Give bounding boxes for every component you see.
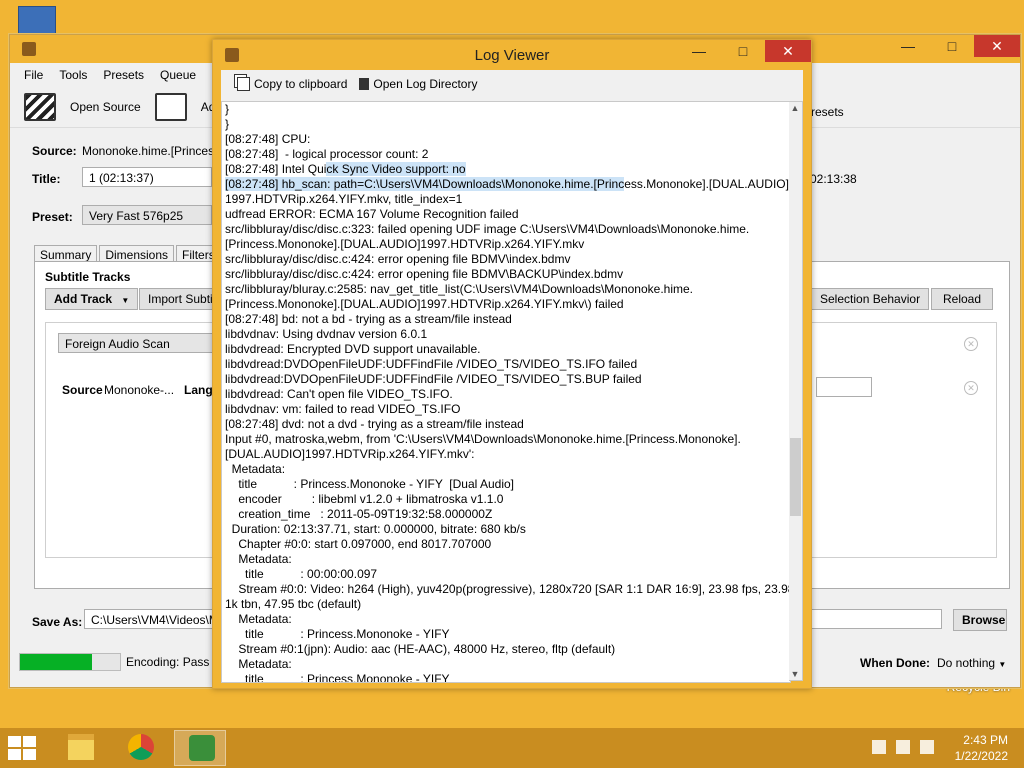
scroll-down-icon[interactable]: ▼ xyxy=(789,669,801,679)
import-subtitle-button[interactable]: Import Subti xyxy=(139,288,215,310)
dropdown-arrow-icon: ▼ xyxy=(121,296,130,305)
log-viewer-body: Copy to clipboard Open Log Directory } }… xyxy=(221,70,803,683)
encoding-progress-bar xyxy=(19,653,121,671)
open-source-button[interactable]: Open Source xyxy=(24,93,141,121)
windows-start-icon[interactable] xyxy=(8,736,38,760)
scroll-up-icon[interactable]: ▲ xyxy=(789,103,801,113)
title-select[interactable]: 1 (02:13:37) xyxy=(82,167,212,187)
encoding-status: Encoding: Pass 1 xyxy=(126,655,220,669)
chrome-icon xyxy=(128,734,154,760)
remove-track-icon[interactable]: ✕ xyxy=(964,337,978,351)
save-as-label: Save As: xyxy=(32,615,83,629)
track-lang-label: Lang xyxy=(184,383,213,397)
open-log-directory-label: Open Log Directory xyxy=(373,77,478,91)
preset-select[interactable]: Very Fast 576p25 xyxy=(82,205,212,225)
clock-date: 1/22/2022 xyxy=(954,749,1008,763)
menu-file[interactable]: File xyxy=(24,68,43,82)
presets-button[interactable]: resets xyxy=(811,105,844,119)
handbrake-app-icon xyxy=(189,735,215,761)
chevron-down-icon: ▼ xyxy=(998,660,1007,669)
taskbar-handbrake[interactable] xyxy=(174,730,226,766)
when-done-value: Do nothing xyxy=(937,656,996,670)
folder-icon xyxy=(359,78,370,90)
track-option-field[interactable] xyxy=(816,377,872,397)
foreign-audio-scan-select[interactable]: Foreign Audio Scan xyxy=(58,333,218,353)
system-tray xyxy=(872,740,934,754)
add-track-label: Add Track xyxy=(54,292,113,306)
track-source-label: Source xyxy=(62,383,103,397)
log-text-area[interactable]: } } [08:27:48] CPU: [08:27:48] - logical… xyxy=(221,101,791,683)
log-toolbar: Copy to clipboard Open Log Directory xyxy=(221,70,803,98)
title-label: Title: xyxy=(32,172,61,186)
progress-fill xyxy=(20,654,92,670)
log-viewer-window: Log Viewer — □ ✕ Copy to clipboard Open … xyxy=(212,39,812,689)
browse-button[interactable]: Browse xyxy=(953,609,1007,631)
minimize-icon[interactable]: — xyxy=(886,35,930,57)
close-icon[interactable]: ✕ xyxy=(974,35,1020,57)
source-label: Source: xyxy=(32,144,77,158)
add-track-button[interactable]: Add Track ▼ xyxy=(45,288,139,310)
log-scrollbar[interactable]: ▲ ▼ xyxy=(789,101,803,681)
maximize-icon[interactable]: □ xyxy=(721,40,765,62)
clock-time: 2:43 PM xyxy=(963,733,1008,747)
log-lines-before: } } [08:27:48] CPU: [08:27:48] - logical… xyxy=(225,102,429,161)
folder-icon xyxy=(68,734,94,760)
log-selection: [08:27:48] hb_scan: path=C:\Users\VM4\Do… xyxy=(225,177,625,191)
log-lines-after: 1997.HDTVRip.x264.YIFY.mkv, title_index=… xyxy=(225,192,790,683)
volume-muted-icon[interactable] xyxy=(920,740,934,754)
preset-label: Preset: xyxy=(32,210,73,224)
taskbar-chrome[interactable] xyxy=(114,730,166,766)
taskbar-file-explorer[interactable] xyxy=(54,730,106,766)
minimize-icon[interactable]: — xyxy=(677,40,721,62)
menu-presets[interactable]: Presets xyxy=(103,68,144,82)
reload-button[interactable]: Reload xyxy=(931,288,993,310)
source-value: Mononoke.hime.[Princess xyxy=(82,144,221,158)
taskbar: 2:43 PM 1/22/2022 xyxy=(0,728,1024,768)
log-text-segment: [08:27:48] Intel Qui xyxy=(225,162,327,176)
close-icon[interactable]: ✕ xyxy=(765,40,811,62)
subtitle-tracks-heading: Subtitle Tracks xyxy=(45,270,131,284)
handbrake-app-icon xyxy=(22,42,36,56)
log-text-segment: ess.Mononoke].[DUAL.AUDIO] xyxy=(624,177,789,191)
taskbar-clock[interactable]: 2:43 PM 1/22/2022 xyxy=(955,732,1008,764)
track-source-value[interactable]: Mononoke-... xyxy=(104,383,174,397)
open-log-directory-button[interactable]: Open Log Directory xyxy=(359,77,477,91)
remove-track-icon[interactable]: ✕ xyxy=(964,381,978,395)
when-done-label: When Done: xyxy=(860,656,930,670)
selection-behavior-button[interactable]: Selection Behavior xyxy=(811,288,930,310)
clapperboard-icon xyxy=(24,93,56,121)
log-line-highlight-1: [08:27:48] Intel Quick Sync Video suppor… xyxy=(222,162,790,177)
copy-icon xyxy=(237,77,250,91)
copy-to-clipboard-label: Copy to clipboard xyxy=(254,77,348,91)
duration-value: 02:13:38 xyxy=(810,172,857,186)
copy-to-clipboard-button[interactable]: Copy to clipboard xyxy=(237,77,347,91)
when-done-select[interactable]: Do nothing ▼ xyxy=(937,656,1006,670)
image-add-icon xyxy=(154,93,187,121)
flag-icon[interactable] xyxy=(872,740,886,754)
log-viewer-titlebar[interactable]: Log Viewer — □ ✕ xyxy=(213,40,811,70)
open-source-label: Open Source xyxy=(70,100,141,114)
network-icon[interactable] xyxy=(896,740,910,754)
log-selection: ck Sync Video support: no xyxy=(326,162,466,176)
maximize-icon[interactable]: □ xyxy=(930,35,974,57)
scroll-thumb[interactable] xyxy=(790,438,801,516)
log-line-highlight-2: [08:27:48] hb_scan: path=C:\Users\VM4\Do… xyxy=(222,177,790,192)
menu-tools[interactable]: Tools xyxy=(59,68,87,82)
menu-queue[interactable]: Queue xyxy=(160,68,196,82)
